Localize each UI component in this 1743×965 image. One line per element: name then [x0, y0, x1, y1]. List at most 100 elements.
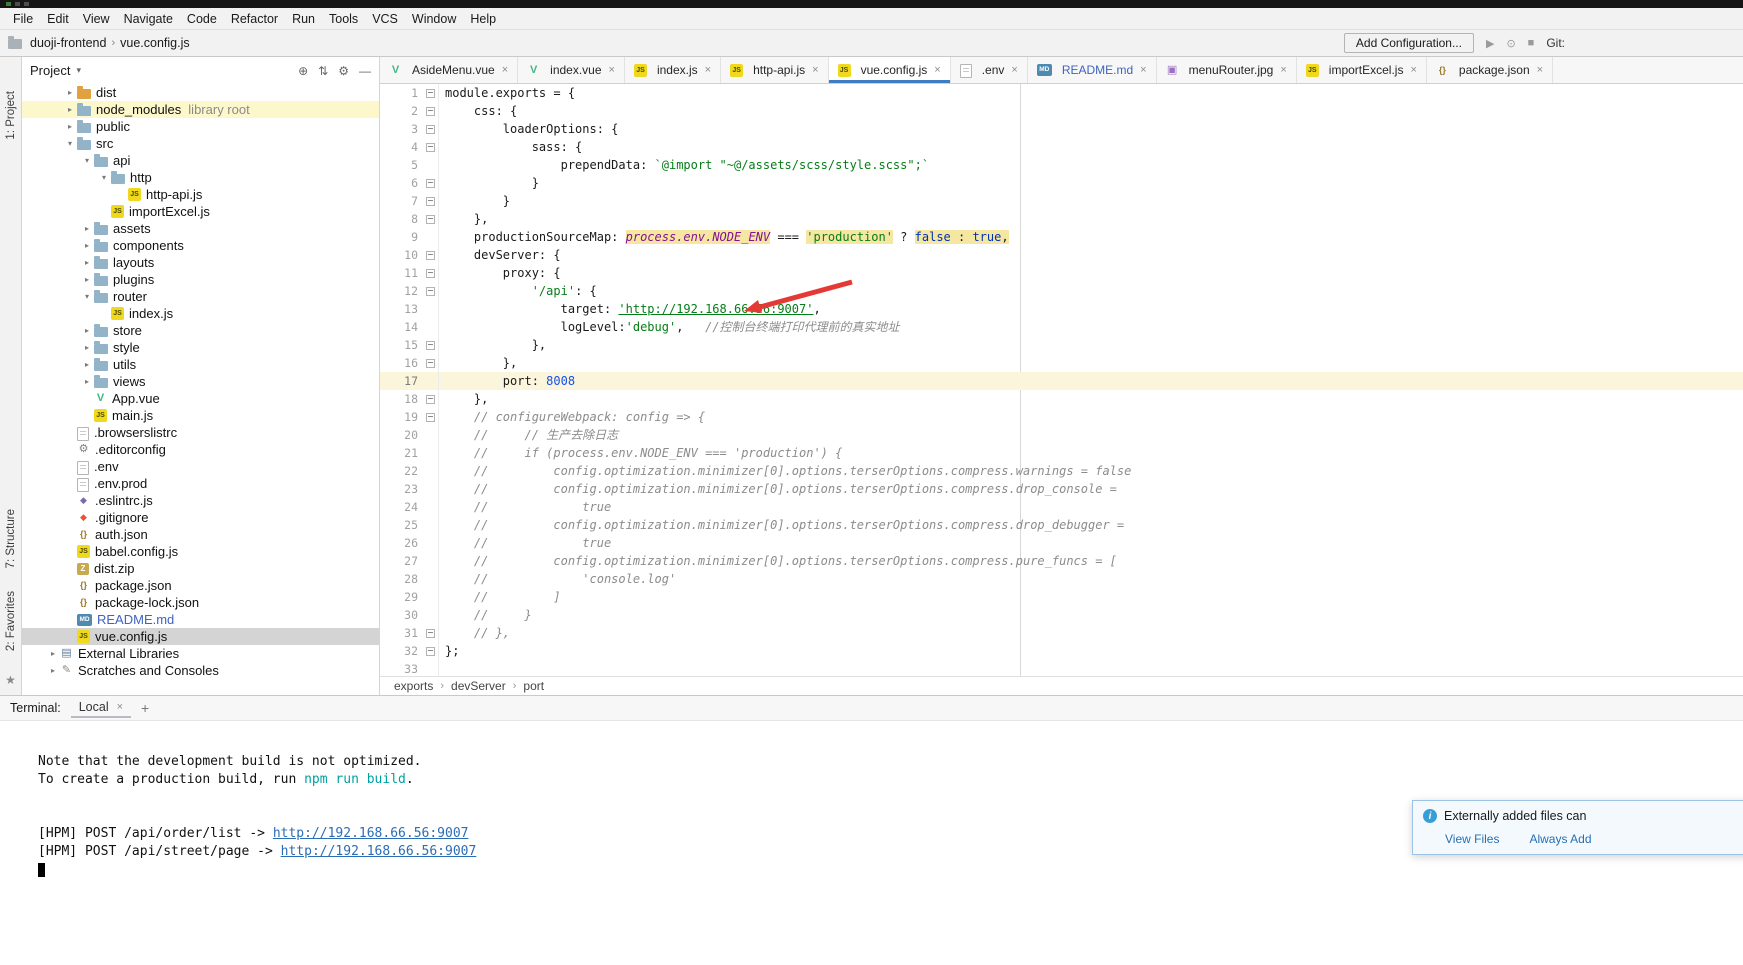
- menu-item-tools[interactable]: Tools: [322, 11, 365, 27]
- tree-item[interactable]: JSmain.js: [22, 407, 379, 424]
- menu-item-help[interactable]: Help: [463, 11, 503, 27]
- chevron-collapsed-icon[interactable]: ▸: [80, 275, 94, 284]
- editor-tab[interactable]: Vindex.vue×: [518, 57, 625, 83]
- fold-marker[interactable]: [422, 102, 438, 120]
- tree-item[interactable]: {}package.json: [22, 577, 379, 594]
- code-line[interactable]: 19 // configureWebpack: config => {: [380, 408, 1743, 426]
- breadcrumb-project[interactable]: duoji-frontend: [30, 36, 106, 50]
- tree-item[interactable]: ▸assets: [22, 220, 379, 237]
- fold-marker[interactable]: [422, 210, 438, 228]
- code-line[interactable]: 26 // true: [380, 534, 1743, 552]
- code-area[interactable]: 1module.exports = {2 css: {3 loaderOptio…: [380, 84, 1743, 676]
- menu-item-navigate[interactable]: Navigate: [117, 11, 180, 27]
- tree-item[interactable]: ▸utils: [22, 356, 379, 373]
- menu-item-run[interactable]: Run: [285, 11, 322, 27]
- fold-marker[interactable]: [422, 192, 438, 210]
- editor-tab[interactable]: VAsideMenu.vue×: [380, 57, 518, 83]
- code-line[interactable]: 25 // config.optimization.minimizer[0].o…: [380, 516, 1743, 534]
- chevron-collapsed-icon[interactable]: ▸: [80, 258, 94, 267]
- add-configuration-button[interactable]: Add Configuration...: [1344, 33, 1474, 53]
- tree-item[interactable]: ▸node_moduleslibrary root: [22, 101, 379, 118]
- chevron-expanded-icon[interactable]: ▾: [80, 292, 94, 301]
- code-line[interactable]: 30 // }: [380, 606, 1743, 624]
- code-line[interactable]: 11 proxy: {: [380, 264, 1743, 282]
- fold-marker[interactable]: [422, 84, 438, 102]
- tree-item[interactable]: Zdist.zip: [22, 560, 379, 577]
- menu-item-file[interactable]: File: [6, 11, 40, 27]
- menu-item-refactor[interactable]: Refactor: [224, 11, 285, 27]
- breadcrumb-item[interactable]: exports: [394, 679, 433, 693]
- settings-gear-icon[interactable]: ⚙: [338, 64, 349, 78]
- chevron-collapsed-icon[interactable]: ▸: [80, 224, 94, 233]
- tree-item[interactable]: ▸dist: [22, 84, 379, 101]
- fold-marker[interactable]: [422, 282, 438, 300]
- tool-window-favorites-button[interactable]: 2: Favorites: [5, 591, 17, 651]
- tree-item[interactable]: ▾http: [22, 169, 379, 186]
- close-icon[interactable]: ×: [117, 701, 123, 713]
- code-line[interactable]: 10 devServer: {: [380, 246, 1743, 264]
- tool-window-structure-button[interactable]: 7: Structure: [5, 509, 17, 568]
- tree-item[interactable]: ▸✎Scratches and Consoles: [22, 662, 379, 679]
- tree-item[interactable]: .browserslistrc: [22, 424, 379, 441]
- tree-item[interactable]: JShttp-api.js: [22, 186, 379, 203]
- chevron-collapsed-icon[interactable]: ▸: [46, 666, 60, 675]
- chevron-collapsed-icon[interactable]: ▸: [80, 343, 94, 352]
- close-icon[interactable]: ×: [812, 64, 818, 76]
- menu-item-view[interactable]: View: [76, 11, 117, 27]
- fold-marker[interactable]: [422, 408, 438, 426]
- code-line[interactable]: 31 // },: [380, 624, 1743, 642]
- close-icon[interactable]: ×: [1537, 64, 1543, 76]
- tree-item[interactable]: .env: [22, 458, 379, 475]
- tool-window-project-button[interactable]: 1: Project: [5, 91, 17, 140]
- star-icon[interactable]: ★: [5, 673, 16, 687]
- close-icon[interactable]: ×: [934, 64, 940, 76]
- tree-item[interactable]: JSbabel.config.js: [22, 543, 379, 560]
- editor-tab[interactable]: {}package.json×: [1427, 57, 1553, 83]
- tree-item[interactable]: JSimportExcel.js: [22, 203, 379, 220]
- run-icon[interactable]: ▶: [1486, 37, 1494, 50]
- chevron-collapsed-icon[interactable]: ▸: [80, 326, 94, 335]
- code-line[interactable]: 14 logLevel:'debug', //控制台终端打印代理前的真实地址: [380, 318, 1743, 336]
- code-line[interactable]: 12 '/api': {: [380, 282, 1743, 300]
- menu-item-window[interactable]: Window: [405, 11, 463, 27]
- code-line[interactable]: 21 // if (process.env.NODE_ENV === 'prod…: [380, 444, 1743, 462]
- tree-item[interactable]: {}auth.json: [22, 526, 379, 543]
- tree-item[interactable]: ⚙.editorconfig: [22, 441, 379, 458]
- breadcrumb-file[interactable]: vue.config.js: [120, 36, 189, 50]
- editor-tab[interactable]: JSimportExcel.js×: [1297, 57, 1427, 83]
- fold-marker[interactable]: [422, 264, 438, 282]
- code-line[interactable]: 33: [380, 660, 1743, 676]
- code-line[interactable]: 20 // // 生产去除日志: [380, 426, 1743, 444]
- tree-item[interactable]: ▸public: [22, 118, 379, 135]
- tree-item[interactable]: ▸store: [22, 322, 379, 339]
- chevron-collapsed-icon[interactable]: ▸: [80, 360, 94, 369]
- close-icon[interactable]: ×: [1410, 64, 1416, 76]
- code-line[interactable]: 23 // config.optimization.minimizer[0].o…: [380, 480, 1743, 498]
- editor-tab[interactable]: JSindex.js×: [625, 57, 721, 83]
- fold-marker[interactable]: [422, 642, 438, 660]
- always-add-link[interactable]: Always Add: [1529, 832, 1591, 846]
- code-line[interactable]: 4 sass: {: [380, 138, 1743, 156]
- code-line[interactable]: 5 prependData: `@import "~@/assets/scss/…: [380, 156, 1743, 174]
- chevron-collapsed-icon[interactable]: ▸: [63, 88, 77, 97]
- tree-item[interactable]: JSindex.js: [22, 305, 379, 322]
- code-line[interactable]: 16 },: [380, 354, 1743, 372]
- code-line[interactable]: 28 // 'console.log': [380, 570, 1743, 588]
- chevron-expanded-icon[interactable]: ▾: [63, 139, 77, 148]
- code-line[interactable]: 15 },: [380, 336, 1743, 354]
- tree-item[interactable]: ◆.gitignore: [22, 509, 379, 526]
- terminal-tab-local[interactable]: Local ×: [71, 698, 131, 718]
- tree-item[interactable]: ▸▤External Libraries: [22, 645, 379, 662]
- chevron-collapsed-icon[interactable]: ▸: [63, 105, 77, 114]
- code-line[interactable]: 13 target: 'http://192.168.66.56:9007',: [380, 300, 1743, 318]
- chevron-expanded-icon[interactable]: ▾: [80, 156, 94, 165]
- close-icon[interactable]: ×: [502, 64, 508, 76]
- tree-item[interactable]: ▸views: [22, 373, 379, 390]
- fold-marker[interactable]: [422, 120, 438, 138]
- menu-item-edit[interactable]: Edit: [40, 11, 76, 27]
- code-line[interactable]: 32};: [380, 642, 1743, 660]
- close-icon[interactable]: ×: [609, 64, 615, 76]
- tree-item[interactable]: .env.prod: [22, 475, 379, 492]
- tree-item[interactable]: MDREADME.md: [22, 611, 379, 628]
- tree-item[interactable]: ▸layouts: [22, 254, 379, 271]
